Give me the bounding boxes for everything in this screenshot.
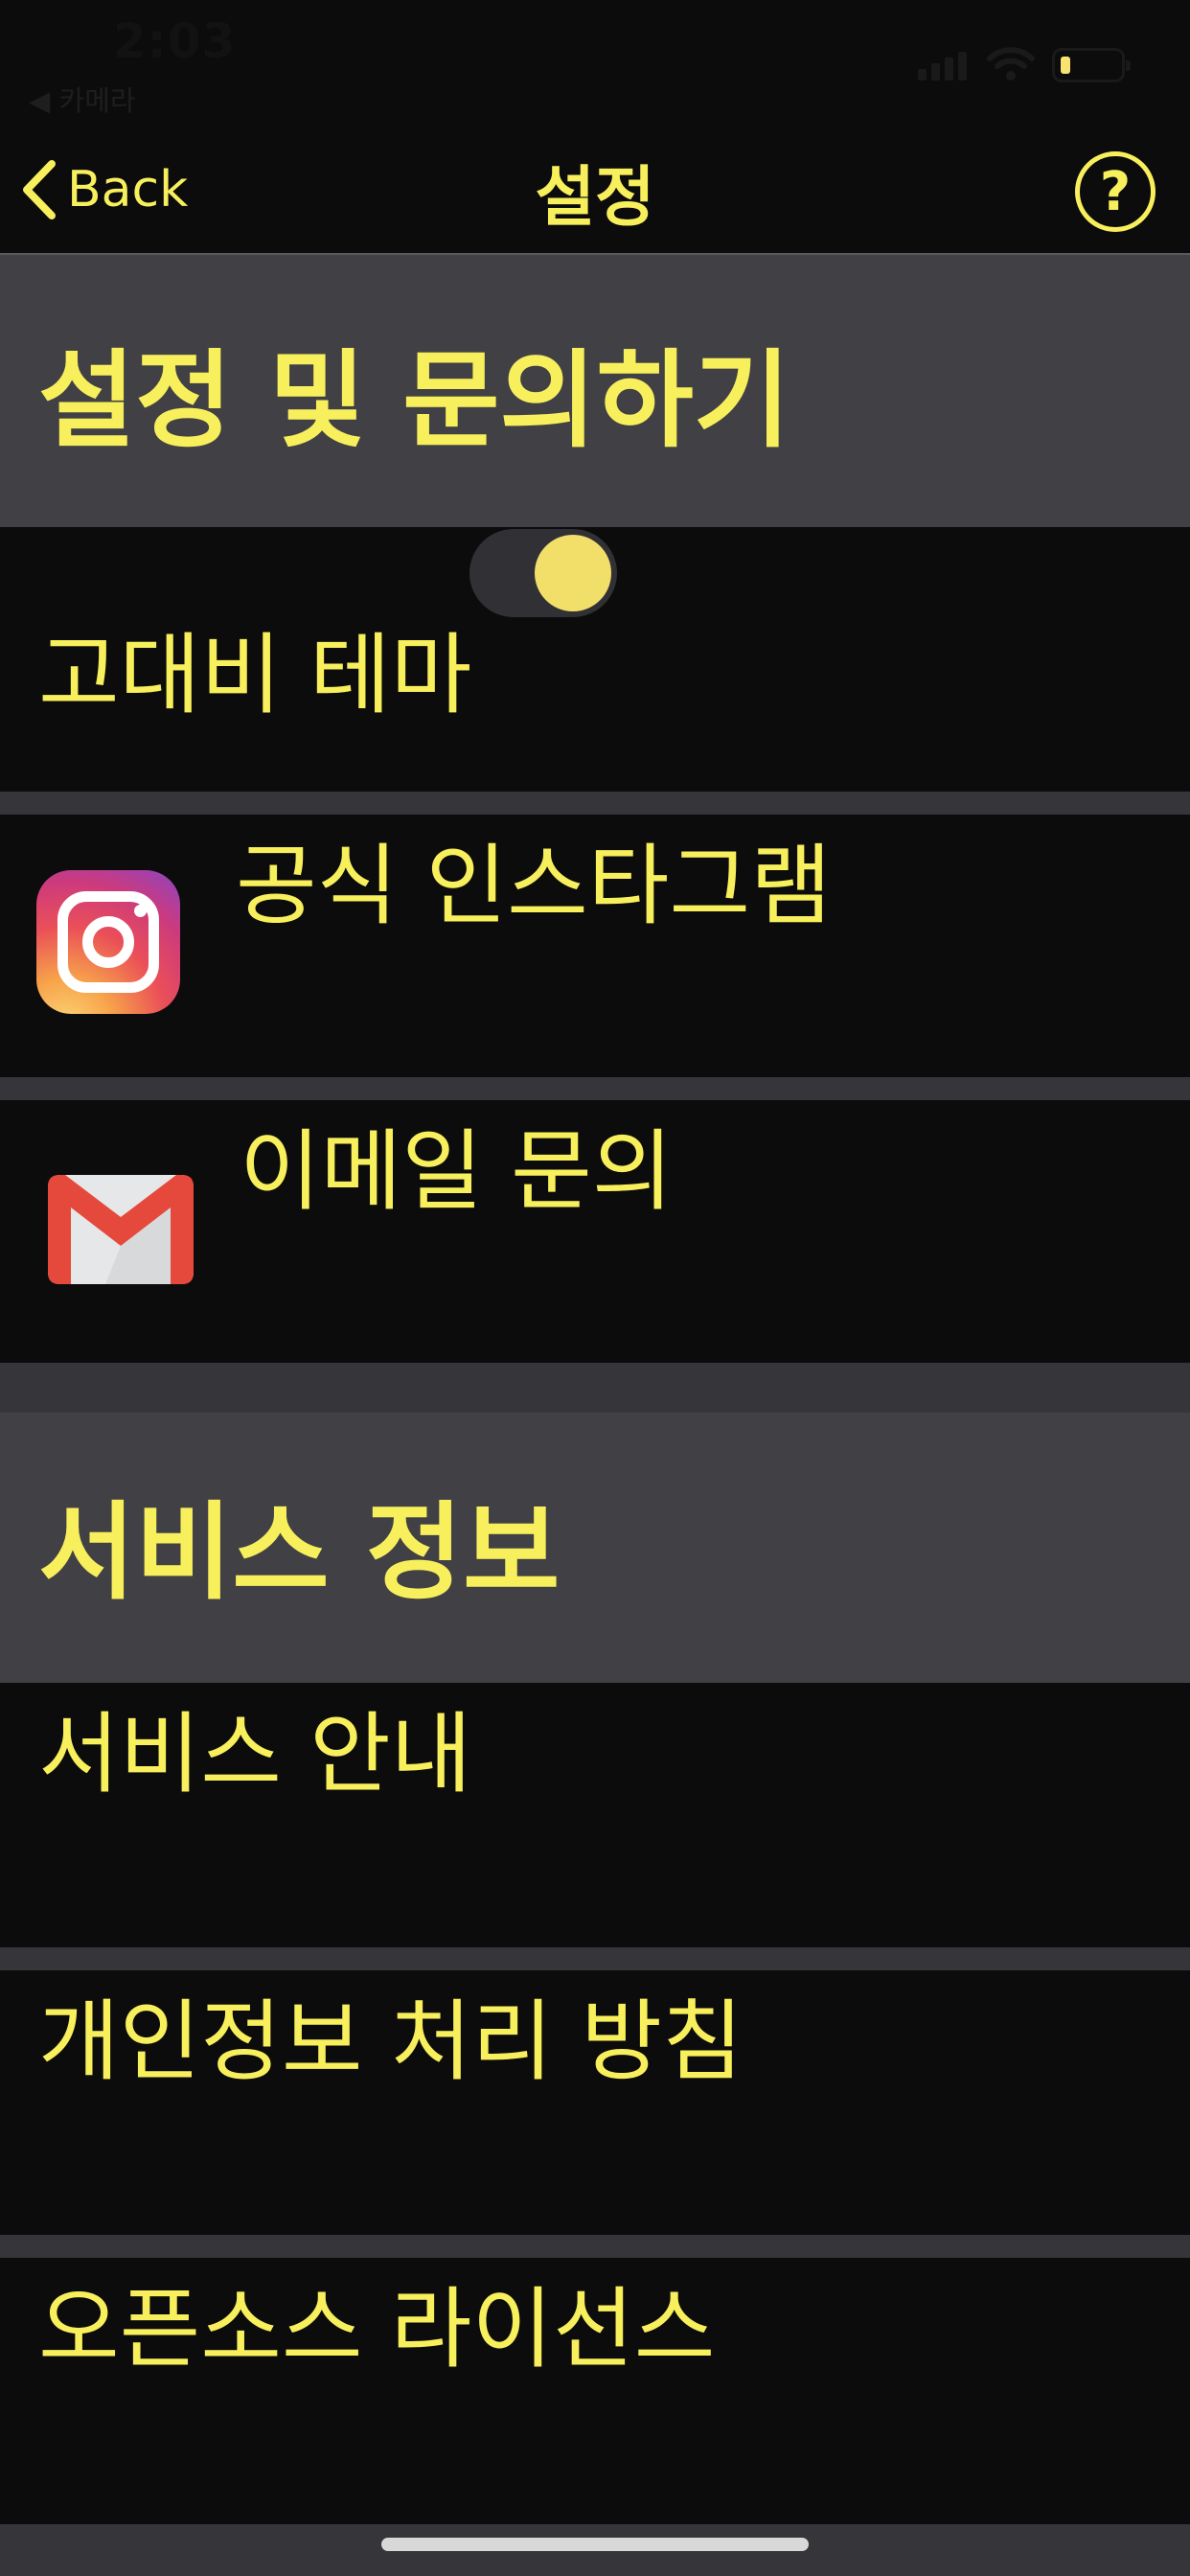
open-source-license-row[interactable]: 오픈소스 라이선스	[0, 2258, 1190, 2524]
section-title: 서비스 정보	[38, 1491, 561, 1614]
status-time: 2:03	[113, 13, 237, 69]
high-contrast-toggle[interactable]	[469, 529, 617, 617]
wifi-icon	[987, 47, 1035, 80]
open-source-license-label: 오픈소스 라이선스	[38, 2278, 716, 2380]
email-label: 이메일 문의	[240, 1120, 674, 1223]
privacy-policy-label: 개인정보 처리 방침	[38, 1990, 744, 2093]
cellular-signal-icon	[918, 50, 972, 80]
return-to-app-link[interactable]: ◀ 카메라	[29, 79, 136, 119]
service-guide-row[interactable]: 서비스 안내	[0, 1683, 1190, 1947]
toggle-knob	[535, 535, 611, 611]
row-separator	[0, 1947, 1190, 1970]
privacy-policy-row[interactable]: 개인정보 처리 방침	[0, 1970, 1190, 2235]
high-contrast-label: 고대비 테마	[38, 624, 472, 726]
page-title: 설정	[535, 160, 655, 236]
battery-icon	[1052, 48, 1131, 82]
row-separator	[0, 2235, 1190, 2258]
service-guide-label: 서비스 안내	[38, 1703, 472, 1806]
row-separator	[0, 1077, 1190, 1100]
instagram-icon	[36, 870, 180, 1014]
gmail-icon	[48, 1175, 194, 1284]
row-separator	[0, 792, 1190, 815]
section-gap	[0, 1363, 1190, 1413]
home-indicator[interactable]	[381, 2538, 809, 2551]
help-button[interactable]: ?	[1075, 151, 1156, 232]
instagram-label: 공식 인스타그램	[236, 835, 832, 937]
section-header-service: 서비스 정보	[0, 1413, 1190, 1683]
help-icon: ?	[1099, 160, 1132, 223]
section-header-settings: 설정 및 문의하기	[0, 255, 1190, 527]
section-title: 설정 및 문의하기	[38, 339, 790, 462]
